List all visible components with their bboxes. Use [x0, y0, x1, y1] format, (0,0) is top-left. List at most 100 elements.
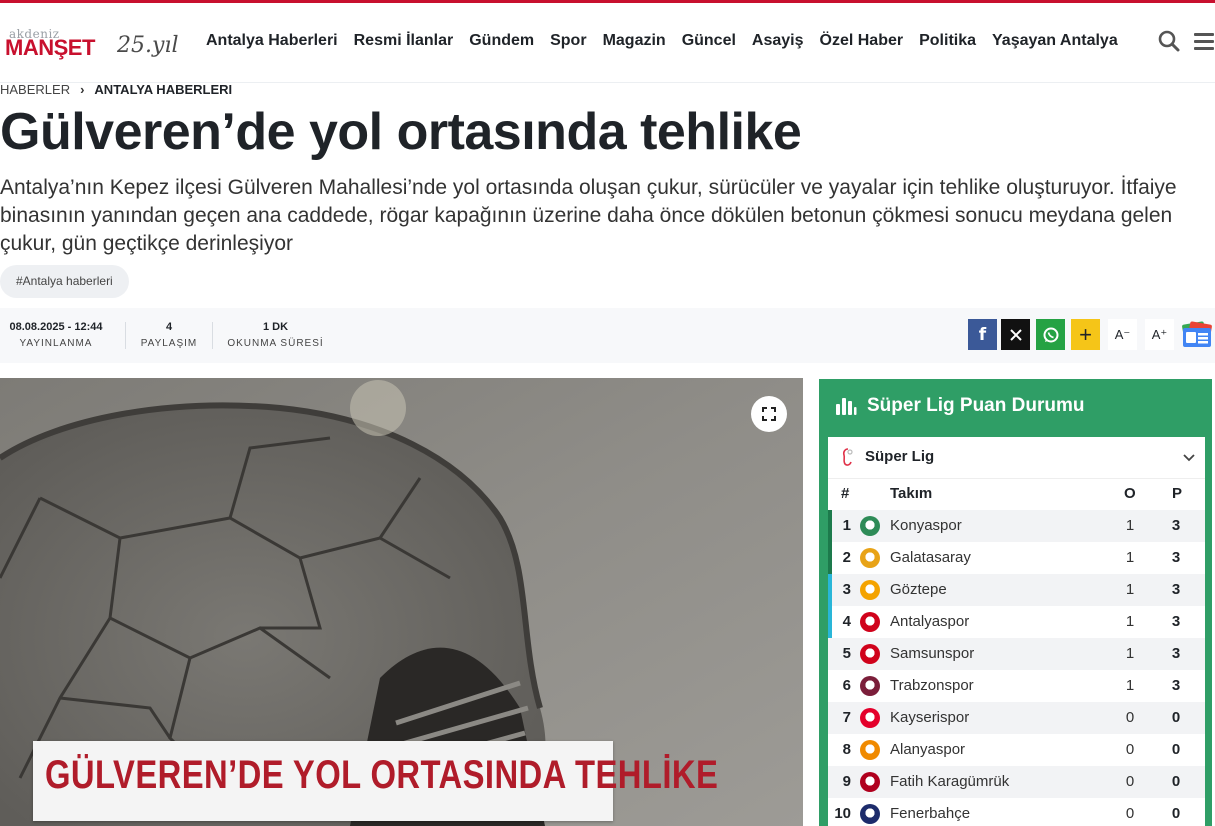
nav-item-spor[interactable]: Spor: [550, 32, 586, 50]
meta-read-time: 1 DK OKUNMA SÜRESİ: [226, 321, 325, 349]
share-whatsapp-button[interactable]: [1036, 319, 1065, 350]
bar-chart-icon: [836, 398, 857, 415]
meta-read-time-label: OKUNMA SÜRESİ: [227, 338, 324, 349]
article-meta-bar: 08.08.2025 - 12:44 YAYINLANMA 4 PAYLAŞIM…: [0, 308, 1215, 363]
row-points: 3: [1171, 613, 1181, 630]
meta-divider: [212, 322, 213, 349]
row-points: 0: [1171, 741, 1181, 758]
col-team: Takım: [890, 485, 933, 502]
league-select[interactable]: Süper Lig: [828, 437, 1205, 479]
logo-anniversary-text: 25.yıl: [117, 33, 179, 58]
google-news-button[interactable]: [1180, 320, 1214, 350]
row-rank: 6: [842, 677, 851, 694]
nav-item-ozel-haber[interactable]: Özel Haber: [820, 32, 904, 50]
col-rank: #: [841, 485, 850, 502]
row-played: 1: [1125, 517, 1135, 534]
table-row[interactable]: 8 Alanyaspor 0 0: [828, 734, 1205, 766]
table-row[interactable]: 2 Galatasaray 1 3: [828, 542, 1205, 574]
meta-shares-label: PAYLAŞIM: [140, 338, 198, 349]
article-tag[interactable]: #Antalya haberleri: [0, 265, 129, 298]
row-rank: 8: [842, 741, 851, 758]
row-team: Göztepe: [890, 581, 947, 598]
google-news-icon: [1182, 321, 1212, 347]
whatsapp-icon: [1043, 327, 1058, 342]
team-crest-icon: [860, 516, 880, 536]
facebook-icon: f: [978, 324, 987, 345]
league-select-value: Süper Lig: [865, 448, 935, 465]
row-points: 0: [1171, 709, 1181, 726]
table-row[interactable]: 3 Göztepe 1 3: [828, 574, 1205, 606]
standings-title: Süper Lig Puan Durumu: [867, 395, 1085, 416]
row-played: 1: [1125, 549, 1135, 566]
share-facebook-button[interactable]: f: [968, 319, 997, 350]
nav-item-resmi-ilanlar[interactable]: Resmi İlanlar: [354, 32, 454, 50]
row-rank: 7: [842, 709, 851, 726]
search-icon[interactable]: [1157, 29, 1183, 55]
row-team: Alanyaspor: [890, 741, 966, 758]
expand-icon: [762, 407, 776, 421]
chevron-down-icon: [1183, 454, 1195, 462]
breadcrumb-current[interactable]: ANTALYA HABERLERI: [94, 82, 232, 97]
row-played: 0: [1125, 741, 1135, 758]
team-crest-icon: [860, 676, 880, 696]
row-team: Kayserispor: [890, 709, 970, 726]
team-crest-icon: [860, 772, 880, 792]
table-row[interactable]: 6 Trabzonspor 1 3: [828, 670, 1205, 702]
main-nav: Antalya Haberleri Resmi İlanlar Gündem S…: [206, 32, 1134, 50]
nav-item-politika[interactable]: Politika: [919, 32, 976, 50]
row-played: 1: [1125, 677, 1135, 694]
row-points: 3: [1171, 677, 1181, 694]
standings-header: Süper Lig Puan Durumu: [835, 395, 1084, 417]
row-played: 1: [1125, 645, 1135, 662]
table-row[interactable]: 9 Fatih Karagümrük 0 0: [828, 766, 1205, 798]
meta-published: 08.08.2025 - 12:44 YAYINLANMA: [0, 321, 112, 349]
col-points: P: [1172, 485, 1183, 502]
row-rank: 10: [834, 805, 851, 822]
font-larger-button[interactable]: A⁺: [1145, 319, 1174, 350]
table-row[interactable]: 10 Fenerbahçe 0 0: [828, 798, 1205, 826]
table-row[interactable]: 7 Kayserispor 0 0: [828, 702, 1205, 734]
nav-item-gundem[interactable]: Gündem: [469, 32, 534, 50]
share-more-button[interactable]: +: [1071, 319, 1100, 350]
row-team: Galatasaray: [890, 549, 971, 566]
row-rank: 1: [842, 517, 851, 534]
breadcrumb: HABERLER › ANTALYA HABERLERI: [0, 82, 232, 97]
team-crest-icon: [860, 548, 880, 568]
share-x-button[interactable]: [1001, 319, 1030, 350]
row-team: Konyaspor: [890, 517, 962, 534]
meta-shares: 4 PAYLAŞIM: [138, 321, 200, 349]
meta-shares-value: 4: [165, 321, 173, 333]
row-points: 3: [1171, 517, 1181, 534]
table-row[interactable]: 5 Samsunspor 1 3: [828, 638, 1205, 670]
standings-table: # Takım O P 1 Konyaspor 1 3 2 Galatasaray 1 3 3 G…: [828, 479, 1205, 826]
row-team: Antalyaspor: [890, 613, 970, 630]
nav-item-magazin[interactable]: Magazin: [603, 32, 666, 50]
row-points: 3: [1171, 645, 1181, 662]
hamburger-menu-icon[interactable]: [1193, 29, 1215, 55]
meta-published-label: YAYINLANMA: [19, 338, 93, 349]
table-row[interactable]: 4 Antalyaspor 1 3: [828, 606, 1205, 638]
nav-item-yasayan-antalya[interactable]: Yaşayan Antalya: [992, 32, 1118, 50]
font-smaller-button[interactable]: A⁻: [1108, 319, 1137, 350]
col-played: O: [1124, 485, 1136, 502]
site-logo[interactable]: akdeniz MANŞET 25.yıl: [5, 27, 185, 63]
row-team: Trabzonspor: [890, 677, 974, 694]
row-points: 0: [1171, 805, 1181, 822]
meta-published-value: 08.08.2025 - 12:44: [9, 321, 103, 333]
x-icon: [1009, 328, 1022, 341]
nav-item-guncel[interactable]: Güncel: [682, 32, 736, 50]
super-lig-logo-icon: [842, 448, 853, 466]
meta-read-time-value: 1 DK: [262, 321, 289, 333]
row-played: 1: [1125, 581, 1135, 598]
breadcrumb-root[interactable]: HABERLER: [0, 82, 70, 97]
plus-icon: +: [1079, 321, 1092, 347]
team-crest-icon: [860, 644, 880, 664]
row-rank: 3: [842, 581, 851, 598]
table-row[interactable]: 1 Konyaspor 1 3: [828, 510, 1205, 542]
fullscreen-button[interactable]: [751, 396, 787, 432]
article-title: Gülveren’de yol ortasında tehlike: [0, 103, 802, 161]
nav-item-asayis[interactable]: Asayiş: [752, 32, 804, 50]
image-caption-box: GÜLVEREN’DE YOL ORTASINDA TEHLİKE: [33, 741, 718, 821]
row-team: Samsunspor: [890, 645, 975, 662]
nav-item-antalya-haberleri[interactable]: Antalya Haberleri: [206, 32, 338, 50]
